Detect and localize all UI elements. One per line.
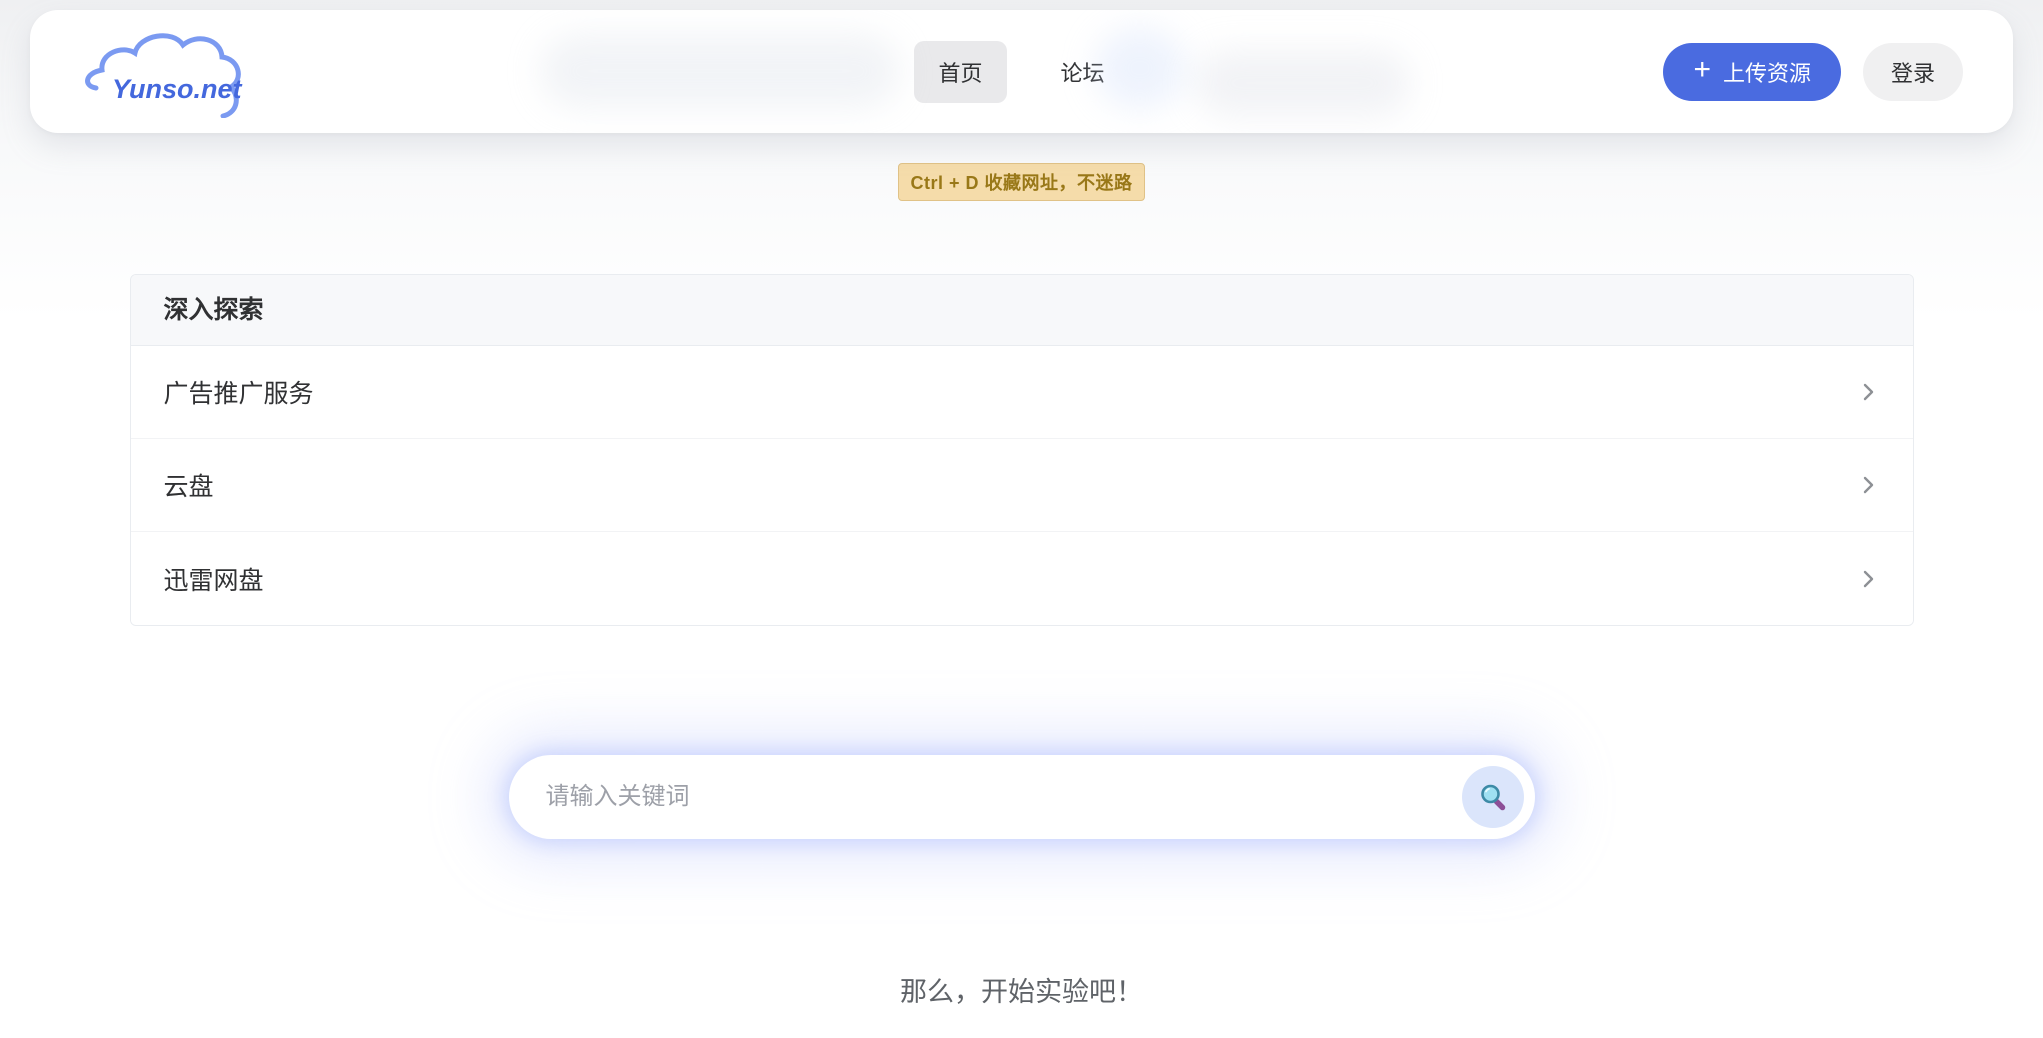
page: Yunso.net 首页 论坛 + 上传资源 登录 Ctrl + D 收藏网址，… (0, 0, 2043, 1038)
list-item-label: 云盘 (164, 467, 214, 503)
upload-resource-label: 上传资源 (1723, 56, 1811, 88)
search-input[interactable] (544, 782, 1462, 812)
navbar-actions: + 上传资源 登录 (1129, 43, 1963, 101)
list-item-label: 迅雷网盘 (164, 561, 264, 597)
list-item-cloud-drive[interactable]: 云盘 (131, 439, 1913, 532)
chevron-right-icon (1856, 567, 1880, 591)
bookmark-tip-badge: Ctrl + D 收藏网址，不迷路 (898, 163, 1144, 201)
logo-text: Yunso.net (112, 74, 243, 104)
cloud-logo-icon: Yunso.net (80, 26, 265, 118)
navbar: Yunso.net 首页 论坛 + 上传资源 登录 (30, 10, 2013, 133)
list-item-ad-promotion[interactable]: 广告推广服务 (131, 346, 1913, 439)
chevron-right-icon (1856, 380, 1880, 404)
site-logo[interactable]: Yunso.net (80, 26, 265, 118)
chevron-right-icon (1856, 473, 1880, 497)
nav-tabs: 首页 论坛 (914, 41, 1128, 103)
list-item-thunder-drive[interactable]: 迅雷网盘 (131, 532, 1913, 625)
list-item-label: 广告推广服务 (164, 374, 314, 410)
search-button[interactable] (1462, 766, 1524, 828)
notice-row: Ctrl + D 收藏网址，不迷路 (0, 163, 2043, 199)
footer-message: 那么，开始实验吧！ (0, 970, 2043, 1009)
login-button[interactable]: 登录 (1863, 43, 1963, 101)
search-icon (1477, 781, 1509, 813)
plus-icon: + (1693, 55, 1711, 85)
navbar-left: Yunso.net (80, 26, 914, 118)
search-section (0, 755, 2043, 839)
explore-card: 深入探索 广告推广服务 云盘 迅雷网盘 (130, 274, 1914, 626)
search-bar (509, 755, 1535, 839)
upload-resource-button[interactable]: + 上传资源 (1663, 43, 1841, 101)
tab-home[interactable]: 首页 (914, 41, 1006, 103)
explore-card-title: 深入探索 (131, 275, 1913, 346)
tab-forum[interactable]: 论坛 (1037, 41, 1129, 103)
